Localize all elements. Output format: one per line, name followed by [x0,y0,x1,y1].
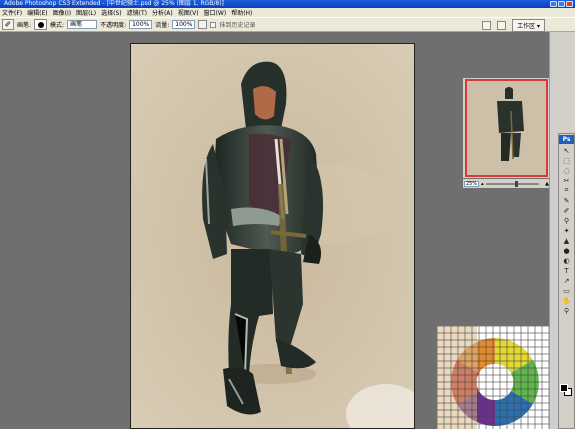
opacity-label: 不透明度: [100,22,127,29]
color-wheel [437,326,549,429]
marquee-tool-icon[interactable]: ⬚ [560,156,573,165]
workspace-button[interactable]: 工作区 ▾ [512,19,545,32]
dodge-tool-icon[interactable]: ● [560,246,573,255]
navigator-preview [467,81,546,175]
menu-view[interactable]: 视图(V) [178,8,199,17]
history-checkbox[interactable] [210,21,217,28]
mode-label: 模式: [50,22,65,29]
blur-tool-icon[interactable]: ⚲ [560,216,573,225]
navigator-zoom-bar: 25% ▴ ▲ [463,179,549,188]
palette-well-icon[interactable] [497,21,507,30]
menu-filter[interactable]: 滤镜(T) [127,8,147,17]
brush-tool-icon[interactable]: ✎ [560,196,573,205]
navigator-panel [463,78,549,178]
menu-file[interactable]: 文件(F) [2,8,22,17]
slice-tool-icon[interactable]: ⌗ [560,186,573,195]
brushes-panel-icon[interactable] [482,21,492,30]
eraser-tool-preset-icon[interactable]: ✐ [2,19,14,30]
opacity-field[interactable]: 100% [129,20,153,29]
ps-logo[interactable]: Ps [559,135,574,144]
zoom-slider[interactable] [485,180,540,187]
hand-tool-icon[interactable]: ✋ [560,296,573,305]
window-title: Adobe Photoshop CS3 Extended - [中世纪骑士.ps… [4,0,224,7]
color-palette-panel[interactable] [437,326,549,429]
menu-help[interactable]: 帮助(H) [231,8,252,17]
knight-painting [131,44,414,428]
move-tool-icon[interactable]: ↖ [560,146,573,155]
menu-analysis[interactable]: 分析(A) [152,8,173,17]
document-canvas[interactable] [130,43,415,429]
navigator-thumbnail[interactable] [465,79,548,177]
brush-picker[interactable] [34,19,48,30]
shape-tool-icon[interactable]: ▭ [560,286,573,295]
airbrush-icon[interactable] [198,20,208,29]
brush-label: 画笔: [17,22,32,29]
menu-window[interactable]: 窗口(W) [204,8,227,17]
menu-image[interactable]: 图像(I) [53,8,71,17]
zoom-tool-icon[interactable]: ⚲ [560,306,573,315]
flow-field[interactable]: 100% [172,20,196,29]
window-controls [550,1,573,7]
minimize-button[interactable] [550,1,557,7]
foreground-color-swatch[interactable] [560,384,568,392]
vertical-scrollbar[interactable] [549,32,556,429]
gradient-tool-icon[interactable]: ▲ [560,236,573,245]
maximize-button[interactable] [558,1,565,7]
zoom-field[interactable]: 25% [464,180,480,187]
flow-label: 流量: [155,22,170,29]
zoom-slider-knob[interactable] [515,180,519,187]
type-tool-icon[interactable]: T [560,266,573,275]
menu-layer[interactable]: 图层(L) [76,8,96,17]
options-bar: ✐ 画笔: 模式: 画笔 不透明度: 100% 流量: 100% 抹到历史记录 … [0,17,575,32]
brush-tip-icon [37,21,44,28]
lasso-tool-icon[interactable]: ◌ [560,166,573,175]
mode-select[interactable]: 画笔 [67,20,98,29]
crop-tool-icon[interactable]: ✂ [560,176,573,185]
history-label: 抹到历史记录 [219,22,256,29]
menu-bar: 文件(F) 编辑(E) 图像(I) 图层(L) 选择(S) 滤镜(T) 分析(A… [0,8,575,17]
title-bar: Adobe Photoshop CS3 Extended - [中世纪骑士.ps… [0,0,575,8]
menu-select[interactable]: 选择(S) [101,8,122,17]
stamp-tool-icon[interactable]: ✦ [560,226,573,235]
burn-tool-icon[interactable]: ◐ [560,256,573,265]
menu-edit[interactable]: 编辑(E) [27,8,47,17]
path-select-tool-icon[interactable]: ↗ [560,276,573,285]
eraser-tool-icon[interactable]: ✐ [560,206,573,215]
close-button[interactable] [566,1,573,7]
zoom-out-icon[interactable]: ▴ [481,181,484,187]
